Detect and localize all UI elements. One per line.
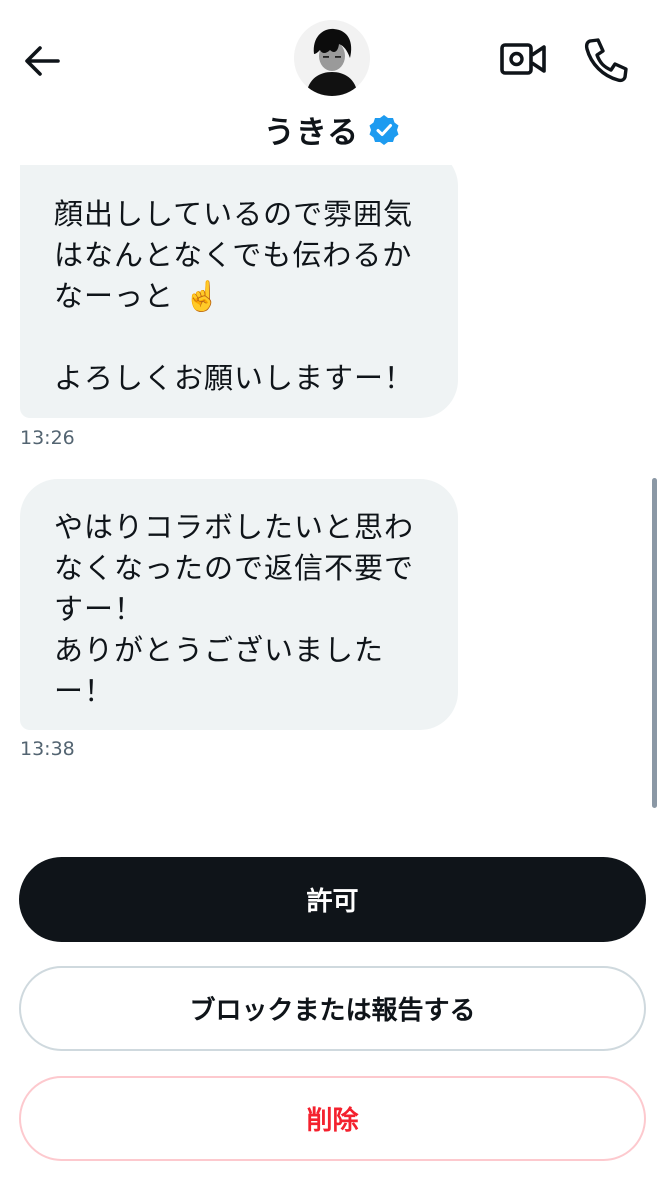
arrow-left-icon <box>25 46 60 76</box>
contact-name-row: うきる <box>0 104 665 154</box>
phone-icon <box>584 38 628 83</box>
back-button[interactable] <box>20 38 66 84</box>
video-call-icon <box>500 43 546 75</box>
message-bubble: 顔出ししているので雰囲気 はなんとなくでも伝わるか なーっと ☝️ よろしくお願… <box>20 148 458 418</box>
message-bubble: やはりコラボしたいと思わ なくなったので返信不要で すー！ ありがとうございまし… <box>20 479 458 730</box>
video-call-button[interactable] <box>498 36 550 84</box>
call-button[interactable] <box>580 34 632 86</box>
contact-name[interactable]: うきる <box>264 107 359 152</box>
delete-button[interactable]: 削除 <box>19 1076 646 1161</box>
conversation-header: うきる <box>0 0 665 165</box>
verified-badge-icon <box>369 115 399 145</box>
scrollbar[interactable] <box>652 478 657 808</box>
allow-button[interactable]: 許可 <box>19 857 646 942</box>
message-timestamp: 13:26 <box>20 427 75 449</box>
avatar[interactable] <box>294 20 370 96</box>
message-timestamp: 13:38 <box>20 738 75 760</box>
block-or-report-button[interactable]: ブロックまたは報告する <box>19 966 646 1051</box>
